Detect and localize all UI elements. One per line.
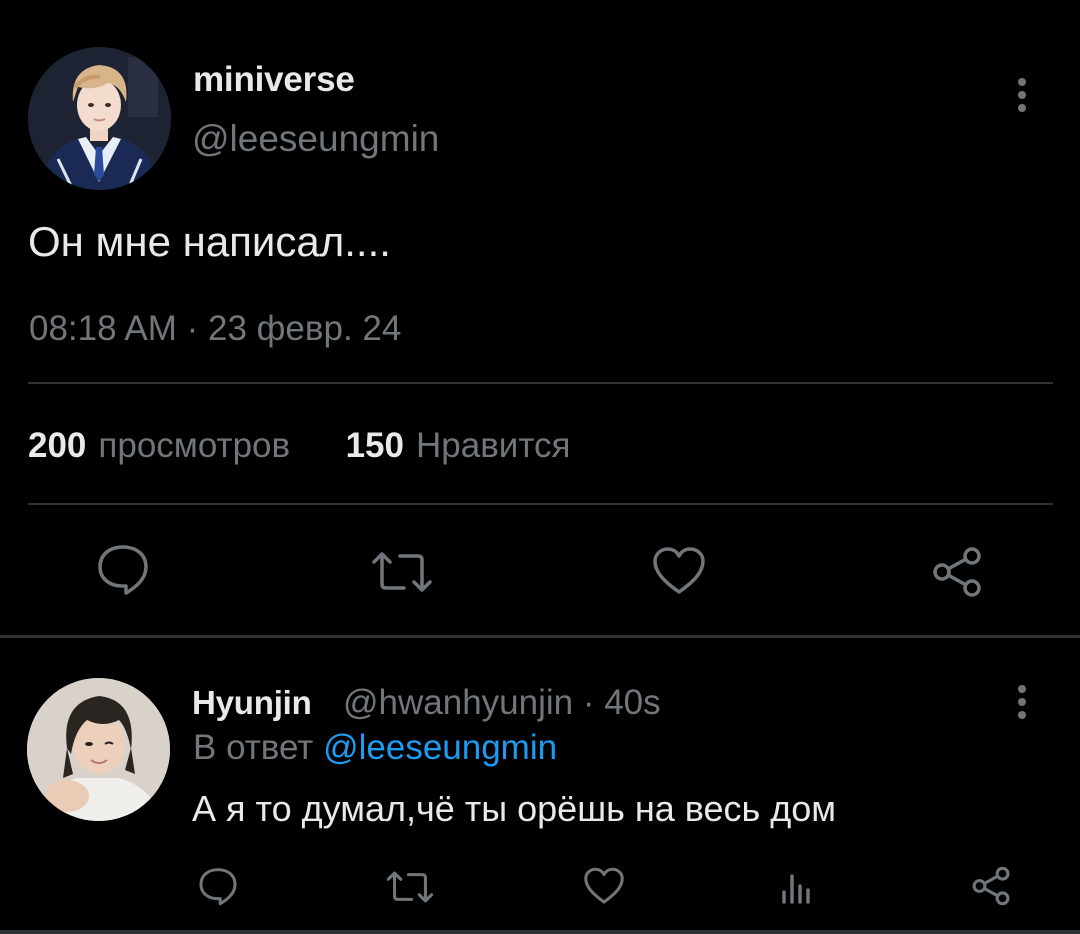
reply-like-icon[interactable] <box>583 867 625 905</box>
reply-text: А я то думал,чё ты орёшь на весь дом <box>192 788 837 829</box>
main-tweet-display-name[interactable]: miniverse <box>193 60 355 100</box>
replying-to-prefix: В ответ <box>193 728 314 767</box>
main-tweet-avatar[interactable] <box>28 47 171 190</box>
divider <box>28 382 1053 384</box>
reply-display-name[interactable]: Hyunjin <box>192 684 312 722</box>
likes-count: 150 <box>345 426 404 465</box>
retweet-icon[interactable] <box>370 550 434 594</box>
main-tweet-more-icon[interactable] <box>1007 73 1037 117</box>
likes-stat[interactable]: 150 Нравится <box>346 426 571 465</box>
replying-to: В ответ @leeseungmin <box>193 728 557 768</box>
main-tweet-text: Он мне написал.... <box>28 218 391 265</box>
views-label: просмотров <box>98 426 291 465</box>
reply-icon[interactable] <box>96 543 150 595</box>
main-tweet-stats: 200 просмотров 150 Нравится <box>28 426 570 466</box>
replying-to-mention[interactable]: @leeseungmin <box>323 728 557 767</box>
views-icon[interactable] <box>779 868 815 904</box>
views-stat[interactable]: 200 просмотров <box>28 426 300 465</box>
like-icon[interactable] <box>652 546 706 596</box>
tweet-detail-screen: miniverse @leeseungmin Он мне написал...… <box>0 0 1080 934</box>
reply-retweet-icon[interactable] <box>385 870 435 904</box>
reply-avatar[interactable] <box>27 678 170 821</box>
views-count: 200 <box>28 426 87 465</box>
likes-label: Нравится <box>415 426 571 465</box>
reply-more-icon[interactable] <box>1007 680 1037 724</box>
share-icon[interactable] <box>930 546 984 598</box>
main-tweet-handle[interactable]: @leeseungmin <box>192 118 439 160</box>
section-divider <box>0 635 1080 638</box>
reply-handle-and-time[interactable]: @hwanhyunjin · 40s <box>343 683 661 723</box>
main-tweet-timestamp: 08:18 AM · 23 февр. 24 <box>29 309 402 348</box>
reply-reply-icon[interactable] <box>198 866 238 906</box>
divider <box>28 503 1053 505</box>
reply-share-icon[interactable] <box>970 866 1012 906</box>
bottom-divider <box>0 930 1080 934</box>
